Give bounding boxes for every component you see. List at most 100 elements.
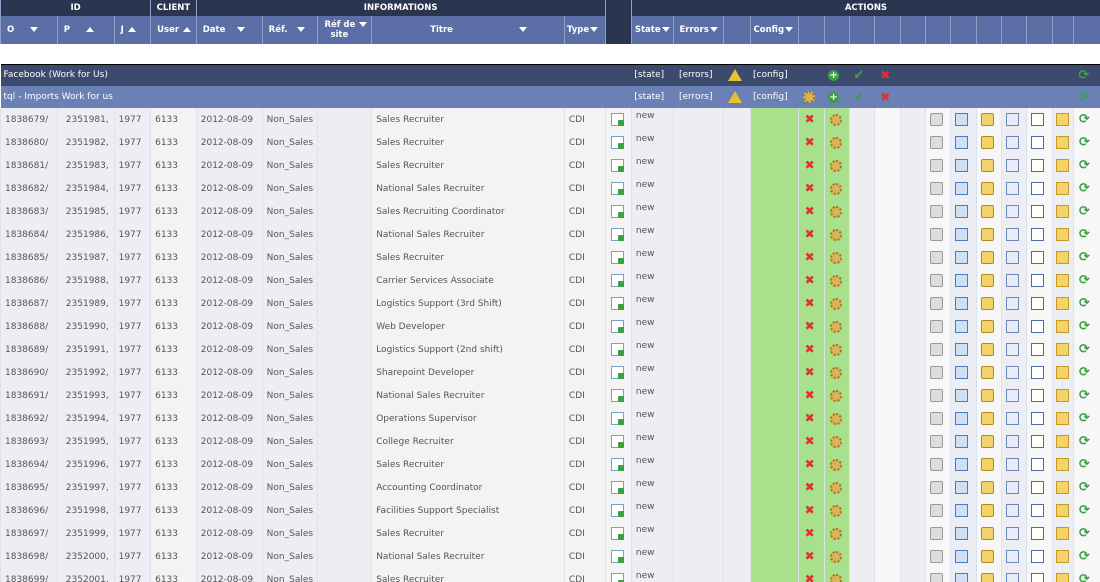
cell-star[interactable] <box>975 407 1002 430</box>
document-go-icon[interactable] <box>610 366 624 379</box>
red-x-icon[interactable]: ✖ <box>803 504 816 517</box>
cell-star[interactable] <box>975 545 1002 568</box>
cell-refresh[interactable]: ⟳ <box>1072 361 1100 384</box>
dialog-icon[interactable] <box>1005 159 1019 172</box>
card-icon[interactable] <box>1031 159 1045 172</box>
cell-preview[interactable] <box>604 315 632 338</box>
cell-sheet[interactable] <box>950 522 977 545</box>
red-x-icon[interactable]: ✖ <box>803 550 816 563</box>
cell-sheet[interactable] <box>950 338 977 361</box>
red-x-icon[interactable]: ✖ <box>879 68 892 82</box>
gear-icon[interactable] <box>829 274 842 287</box>
red-x-icon[interactable]: ✖ <box>803 136 816 149</box>
cell-sheet[interactable] <box>950 177 977 200</box>
gear-icon[interactable] <box>829 320 842 333</box>
red-x-icon[interactable]: ✖ <box>803 343 816 356</box>
check-icon[interactable]: ✔ <box>853 91 866 104</box>
cell-dialog[interactable] <box>1000 292 1027 315</box>
cell-gear[interactable] <box>823 177 850 200</box>
lock-icon[interactable] <box>929 182 943 195</box>
cell-lock[interactable] <box>924 177 951 200</box>
cell-preview[interactable] <box>604 476 632 499</box>
lock-icon[interactable] <box>929 205 943 218</box>
star-edit-icon[interactable] <box>980 573 994 582</box>
cell-gear[interactable] <box>823 384 850 407</box>
sort-down-icon[interactable] <box>661 27 670 32</box>
sheet-icon[interactable] <box>955 573 969 582</box>
cell-dialog[interactable] <box>1000 223 1027 246</box>
cell-card[interactable] <box>1026 223 1053 246</box>
dialog-icon[interactable] <box>1005 527 1019 540</box>
cell-card[interactable] <box>1026 315 1053 338</box>
cell-delete[interactable]: ✖ <box>798 315 825 338</box>
lock-icon[interactable] <box>929 297 943 310</box>
card-icon[interactable] <box>1031 113 1045 126</box>
lock-icon[interactable] <box>929 504 943 517</box>
cell-sheet[interactable] <box>950 246 977 269</box>
sort-down-icon[interactable] <box>359 22 368 27</box>
card-icon[interactable] <box>1031 251 1045 264</box>
cell-sheet[interactable] <box>950 568 977 582</box>
lock-icon[interactable] <box>929 527 943 540</box>
lock-icon[interactable] <box>929 573 943 582</box>
cell-sheet[interactable] <box>950 269 977 292</box>
cell-gear[interactable] <box>823 545 850 568</box>
refresh-icon[interactable]: ⟳ <box>1079 205 1092 218</box>
refresh-icon[interactable]: ⟳ <box>1079 251 1092 264</box>
cell-sheet[interactable] <box>950 223 977 246</box>
card-icon[interactable] <box>1031 550 1045 563</box>
folder-go-icon[interactable] <box>1055 550 1069 563</box>
cell-delete[interactable]: ✖ <box>798 430 825 453</box>
cell-refresh[interactable]: ⟳ <box>1072 430 1100 453</box>
refresh-icon[interactable]: ⟳ <box>1079 366 1092 379</box>
warning-icon[interactable] <box>727 91 742 103</box>
star-edit-icon[interactable] <box>980 412 994 425</box>
folder-go-icon[interactable] <box>1055 366 1069 379</box>
cell-dialog[interactable] <box>1000 568 1027 582</box>
sort-down-icon[interactable] <box>590 27 599 32</box>
group-state-link[interactable]: [state] <box>631 86 674 108</box>
cell-folder[interactable] <box>1051 177 1074 200</box>
lock-icon[interactable] <box>929 366 943 379</box>
cell-gear[interactable] <box>823 108 850 131</box>
folder-go-icon[interactable] <box>1055 320 1069 333</box>
gear-icon[interactable] <box>829 159 842 172</box>
card-icon[interactable] <box>1031 274 1045 287</box>
cell-gear[interactable] <box>823 315 850 338</box>
cell-card[interactable] <box>1026 292 1053 315</box>
cell-dialog[interactable] <box>1000 131 1027 154</box>
group-state-link[interactable]: [state] <box>631 63 674 86</box>
cell-star[interactable] <box>975 361 1002 384</box>
group-refresh[interactable]: ⟳ <box>1073 86 1100 108</box>
red-x-icon[interactable]: ✖ <box>803 320 816 333</box>
star-edit-icon[interactable] <box>980 159 994 172</box>
cell-lock[interactable] <box>924 407 951 430</box>
document-go-icon[interactable] <box>610 504 624 517</box>
folder-go-icon[interactable] <box>1055 251 1069 264</box>
cell-lock[interactable] <box>924 246 951 269</box>
cell-refresh[interactable]: ⟳ <box>1072 108 1100 131</box>
cell-lock[interactable] <box>924 338 951 361</box>
cell-folder[interactable] <box>1051 453 1074 476</box>
cell-lock[interactable] <box>924 384 951 407</box>
sheet-icon[interactable] <box>955 366 969 379</box>
cell-dialog[interactable] <box>1000 453 1027 476</box>
cell-lock[interactable] <box>924 292 951 315</box>
refresh-icon[interactable]: ⟳ <box>1079 274 1092 287</box>
cell-sheet[interactable] <box>950 430 977 453</box>
folder-go-icon[interactable] <box>1055 481 1069 494</box>
red-x-icon[interactable]: ✖ <box>803 159 816 172</box>
dialog-icon[interactable] <box>1005 205 1019 218</box>
lock-icon[interactable] <box>929 136 943 149</box>
card-icon[interactable] <box>1031 228 1045 241</box>
document-go-icon[interactable] <box>610 412 624 425</box>
cell-folder[interactable] <box>1051 269 1074 292</box>
cell-lock[interactable] <box>924 522 951 545</box>
cell-gear[interactable] <box>823 200 850 223</box>
sheet-icon[interactable] <box>955 343 969 356</box>
document-go-icon[interactable] <box>610 389 624 402</box>
cell-star[interactable] <box>975 131 1002 154</box>
cell-card[interactable] <box>1026 499 1053 522</box>
cell-gear[interactable] <box>823 476 850 499</box>
check-icon[interactable]: ✔ <box>853 69 866 82</box>
